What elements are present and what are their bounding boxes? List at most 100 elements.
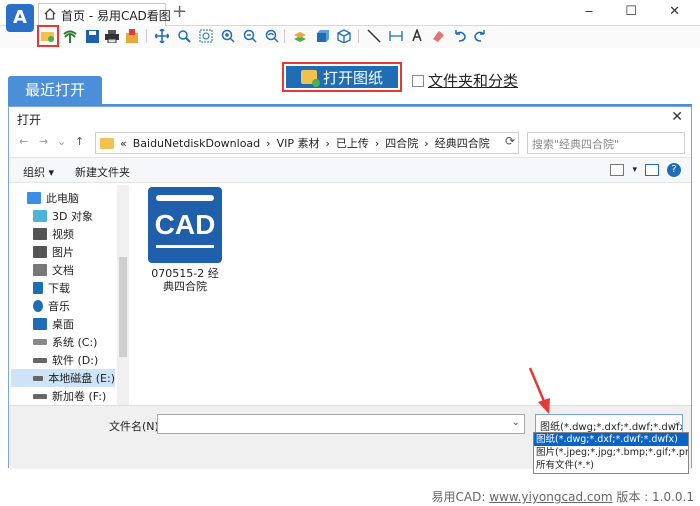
sidebar-item-drive-c[interactable]: 系统 (C:) xyxy=(33,333,97,351)
palm-tree-icon[interactable] xyxy=(62,28,78,44)
annotation-arrow-icon xyxy=(528,367,550,414)
back-arrow-icon[interactable]: ← xyxy=(19,135,28,148)
close-icon[interactable]: ✕ xyxy=(671,109,683,125)
refresh-icon[interactable]: ⟳ xyxy=(505,134,515,148)
print-icon[interactable] xyxy=(104,28,120,44)
help-icon[interactable]: ? xyxy=(667,163,681,177)
tab-home[interactable]: 首页 - 易用CAD看图 xyxy=(38,3,171,26)
sidebar-item-drive-d[interactable]: 软件 (D:) xyxy=(33,351,98,369)
sidebar-item-desktop[interactable]: 桌面 xyxy=(33,315,74,333)
drive-icon xyxy=(33,375,44,381)
breadcrumb-item[interactable]: 经典四合院 xyxy=(435,135,490,151)
breadcrumb-separator[interactable]: › xyxy=(375,137,379,150)
breadcrumb-item[interactable]: 已上传 xyxy=(336,135,369,151)
pan-icon[interactable] xyxy=(154,28,170,44)
filename-input[interactable]: ⌄ xyxy=(157,414,525,434)
sidebar-item-label: 新加卷 (F:) xyxy=(52,390,107,403)
breadcrumb-item[interactable]: VIP 素材 xyxy=(277,135,320,151)
filetype-dropdown[interactable]: 图纸(*.dwg;*.dxf;*.dwf;*.dwfx) 图片(*.jpeg;*… xyxy=(533,432,689,474)
filetype-option[interactable]: 所有文件(*.*) xyxy=(534,459,688,472)
sidebar-item-3d-objects[interactable]: 3D 对象 xyxy=(33,207,93,225)
3d-box-icon[interactable] xyxy=(336,28,352,44)
save-icon[interactable] xyxy=(84,28,100,44)
website-link[interactable]: www.yiyongcad.com xyxy=(489,490,612,504)
footer: 易用CAD: www.yiyongcad.com 版本 : 1.0.0.1 xyxy=(432,488,694,505)
layer-icon[interactable] xyxy=(292,28,308,44)
zoom-window-icon[interactable] xyxy=(176,28,192,44)
sidebar-item-drive-f[interactable]: 新加卷 (F:) xyxy=(33,387,106,405)
open-drawing-label: 打开图纸 xyxy=(322,68,383,87)
3d-cube-icon[interactable] xyxy=(314,28,330,44)
sidebar-item-label: 系统 (C:) xyxy=(52,336,98,349)
scroll-thumb[interactable] xyxy=(119,257,127,357)
zoom-in-icon[interactable] xyxy=(220,28,236,44)
breadcrumb-separator[interactable]: › xyxy=(266,137,270,150)
breadcrumb-separator[interactable]: › xyxy=(424,137,428,150)
sidebar-item-documents[interactable]: 文档 xyxy=(33,261,74,279)
tab-label: 首页 - 易用CAD看图 xyxy=(61,9,171,23)
filetype-option[interactable]: 图纸(*.dwg;*.dxf;*.dwf;*.dwfx) xyxy=(534,433,688,446)
open-file-icon[interactable] xyxy=(37,25,59,47)
text-icon[interactable] xyxy=(410,28,426,44)
erase-icon[interactable] xyxy=(430,28,446,44)
undo-icon[interactable] xyxy=(452,28,468,44)
sidebar-item-label: 音乐 xyxy=(48,300,70,313)
preview-pane-icon[interactable] xyxy=(645,164,659,176)
dimension-icon[interactable] xyxy=(388,28,404,44)
filetype-select[interactable]: 图纸(*.dwg;*.dxf;*.dwf;*.dwfx) ⌄ xyxy=(535,414,683,434)
address-bar[interactable]: « BaiduNetdiskDownload › VIP 素材 › 已上传 › … xyxy=(95,132,519,154)
breadcrumb-item[interactable]: BaiduNetdiskDownload xyxy=(133,137,260,150)
file-name: 070515-2 经典四合院 xyxy=(151,267,219,293)
sidebar-item-label: 图片 xyxy=(52,246,74,259)
redo-icon[interactable] xyxy=(472,28,488,44)
sidebar-item-label: 本地磁盘 (E:) xyxy=(48,372,115,385)
sidebar-item-pictures[interactable]: 图片 xyxy=(33,243,74,261)
search-input[interactable]: 搜索"经典四合院" xyxy=(527,132,685,154)
zoom-previous-icon[interactable] xyxy=(264,28,280,44)
chevron-down-icon[interactable]: ⌄ xyxy=(671,418,679,428)
sidebar-scrollbar[interactable] xyxy=(117,185,129,405)
sidebar-item-drive-e[interactable]: 本地磁盘 (E:) xyxy=(11,369,115,387)
breadcrumb-item[interactable]: 四合院 xyxy=(385,135,418,151)
recent-locations-icon[interactable]: ⌄ xyxy=(57,135,66,148)
desktop-icon xyxy=(33,318,47,330)
command-bar: 组织 ▾ 新建文件夹 ▾ ? xyxy=(9,157,691,183)
organize-button[interactable]: 组织 ▾ xyxy=(23,164,54,180)
drive-icon xyxy=(33,393,47,399)
drive-icon xyxy=(33,357,47,363)
open-file-dialog: 打开 ✕ ← → ⌄ ↑ « BaiduNetdiskDownload › VI… xyxy=(8,106,692,469)
app-logo-icon[interactable]: A xyxy=(6,4,34,32)
sidebar-item-music[interactable]: 音乐 xyxy=(33,297,70,315)
folder-category-label: 文件夹和分类 xyxy=(428,72,519,90)
up-arrow-icon[interactable]: ↑ xyxy=(75,135,84,148)
document-icon xyxy=(33,264,47,276)
chevron-down-icon[interactable]: ⌄ xyxy=(512,417,520,428)
sidebar-item-this-pc[interactable]: 此电脑 xyxy=(27,189,79,207)
computer-icon xyxy=(27,192,41,204)
new-folder-button[interactable]: 新建文件夹 xyxy=(75,164,130,180)
filename-label: 文件名(N): xyxy=(109,420,163,433)
icon-underline xyxy=(156,245,214,248)
navigation-row: ← → ⌄ ↑ « BaiduNetdiskDownload › VIP 素材 … xyxy=(9,129,691,155)
zoom-extents-icon[interactable] xyxy=(198,28,214,44)
file-item[interactable]: CAD 070515-2 经典四合院 xyxy=(147,187,223,293)
zoom-out-icon[interactable] xyxy=(242,28,258,44)
folder-category-checkbox[interactable]: 文件夹和分类 xyxy=(412,70,518,91)
open-drawing-button[interactable]: 打开图纸 xyxy=(282,62,402,92)
breadcrumb-separator[interactable]: › xyxy=(325,137,329,150)
view-options-icon[interactable] xyxy=(610,164,625,176)
music-icon xyxy=(33,300,43,312)
picture-icon xyxy=(33,246,47,258)
window-controls[interactable]: ‒ ☐ ✕ xyxy=(585,4,694,19)
sidebar-item-downloads[interactable]: 下载 xyxy=(33,279,70,297)
line-icon[interactable] xyxy=(366,28,382,44)
filetype-option[interactable]: 图片(*.jpeg;*.jpg;*.bmp;*.gif;*.png) xyxy=(534,446,688,459)
recent-tab[interactable]: 最近打开 xyxy=(8,76,102,104)
checkbox-box[interactable] xyxy=(412,74,424,87)
forward-arrow-icon[interactable]: → xyxy=(39,135,48,148)
sidebar-item-videos[interactable]: 视频 xyxy=(33,225,74,243)
add-tab-button[interactable]: + xyxy=(172,2,187,22)
chevron-down-icon[interactable]: ▾ xyxy=(632,165,637,175)
export-icon[interactable] xyxy=(124,28,140,44)
breadcrumb-overflow[interactable]: « xyxy=(120,137,127,150)
